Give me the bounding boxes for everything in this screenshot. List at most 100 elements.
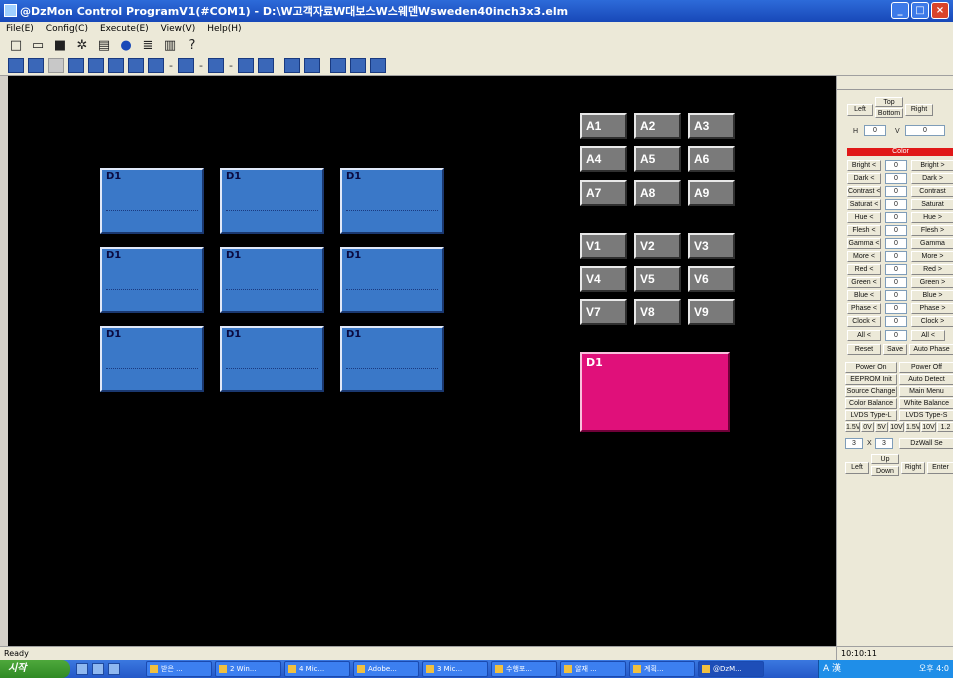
lvds-type-l-button[interactable]: LVDS Type-L	[845, 410, 897, 421]
display-panel[interactable]: D1	[100, 168, 204, 234]
power-on-button[interactable]: Power On	[845, 362, 897, 373]
input-v1[interactable]: V1	[580, 233, 627, 259]
record-icon[interactable]: ●	[118, 38, 134, 54]
save-icon[interactable]: ■	[52, 38, 68, 54]
input-a4[interactable]: A4	[580, 146, 627, 172]
adjust-minus-button[interactable]: More <	[847, 251, 881, 262]
volt-button[interactable]: 1.5V	[845, 422, 860, 432]
adjust-minus-button[interactable]: Phase <	[847, 303, 881, 314]
input-a3[interactable]: A3	[688, 113, 735, 139]
menu-file[interactable]: File(E)	[6, 24, 34, 34]
auto-detect-button[interactable]: Auto Detect	[899, 374, 953, 385]
all-minus-button[interactable]: All <	[847, 330, 881, 341]
adjust-plus-button[interactable]: Hue >	[911, 212, 953, 223]
adjust-minus-button[interactable]: Dark <	[847, 173, 881, 184]
adjust-plus-button[interactable]: Phase >	[911, 303, 953, 314]
v-offset-field[interactable]: 0	[905, 125, 945, 136]
volt-button[interactable]: 1.2	[937, 422, 953, 432]
pos-top-button[interactable]: Top	[875, 97, 903, 107]
input-v4[interactable]: V4	[580, 266, 627, 292]
adjust-minus-button[interactable]: Contrast <	[847, 186, 881, 197]
adjust-plus-button[interactable]: Red >	[911, 264, 953, 275]
adjust-value-field[interactable]: 0	[885, 212, 907, 223]
nav-up-button[interactable]: Up	[871, 454, 899, 464]
adjust-minus-button[interactable]: Flesh <	[847, 225, 881, 236]
nav-left-button[interactable]: Left	[845, 462, 869, 474]
layout-4-icon[interactable]	[68, 58, 84, 73]
adjust-value-field[interactable]: 0	[885, 160, 907, 171]
display-panel[interactable]: D1	[340, 168, 444, 234]
display-panel[interactable]: D1	[340, 247, 444, 313]
new-icon[interactable]: □	[8, 38, 24, 54]
input-v8[interactable]: V8	[634, 299, 681, 325]
all-plus-button[interactable]: All <	[911, 330, 945, 341]
main-menu-button[interactable]: Main Menu	[899, 386, 953, 397]
layout-14-icon[interactable]	[304, 58, 320, 73]
menu-help[interactable]: Help(H)	[207, 24, 241, 34]
maximize-button[interactable]: □	[911, 2, 929, 19]
layout-11-icon[interactable]	[238, 58, 254, 73]
taskbar-item[interactable]: 2 Win...	[215, 661, 281, 677]
adjust-plus-button[interactable]: Dark >	[911, 173, 953, 184]
display-panel[interactable]: D1	[220, 168, 324, 234]
layout-9-icon[interactable]	[178, 58, 194, 73]
help-icon[interactable]: ?	[184, 38, 200, 54]
tools-icon[interactable]: ✲	[74, 38, 90, 54]
display-panel[interactable]: D1	[100, 247, 204, 313]
layout-12-icon[interactable]	[258, 58, 274, 73]
close-button[interactable]: ×	[931, 2, 949, 19]
layout-10-icon[interactable]	[208, 58, 224, 73]
pos-bottom-button[interactable]: Bottom	[875, 108, 903, 118]
adjust-plus-button[interactable]: More >	[911, 251, 953, 262]
adjust-minus-button[interactable]: Blue <	[847, 290, 881, 301]
input-a6[interactable]: A6	[688, 146, 735, 172]
taskbar-item[interactable]: 3 Mic...	[422, 661, 488, 677]
start-button[interactable]: 시작	[0, 660, 70, 678]
layout-6-icon[interactable]	[108, 58, 124, 73]
adjust-plus-button[interactable]: Contrast	[911, 186, 953, 197]
adjust-minus-button[interactable]: Saturat <	[847, 199, 881, 210]
white-balance-button[interactable]: White Balance	[899, 398, 953, 409]
menu-config[interactable]: Config(C)	[46, 24, 88, 34]
display-panel[interactable]: D1	[340, 326, 444, 392]
explorer-icon[interactable]	[108, 663, 120, 675]
layout-7-icon[interactable]	[128, 58, 144, 73]
taskbar-item[interactable]: 4 Mic...	[284, 661, 350, 677]
reset-button[interactable]: Reset	[847, 344, 881, 355]
input-a8[interactable]: A8	[634, 180, 681, 206]
menu-view[interactable]: View(V)	[161, 24, 196, 34]
menu-execute[interactable]: Execute(E)	[100, 24, 149, 34]
input-v5[interactable]: V5	[634, 266, 681, 292]
adjust-plus-button[interactable]: Bright >	[911, 160, 953, 171]
grid-rows-stepper[interactable]: 3	[875, 438, 893, 449]
window-icon[interactable]: ▤	[96, 38, 112, 54]
input-v2[interactable]: V2	[634, 233, 681, 259]
ie-icon[interactable]	[76, 663, 88, 675]
taskbar-item[interactable]: 알재 ...	[560, 661, 626, 677]
screen-icon[interactable]: ≣	[140, 38, 156, 54]
adjust-minus-button[interactable]: Hue <	[847, 212, 881, 223]
adjust-minus-button[interactable]: Gamma <	[847, 238, 881, 249]
save-button[interactable]: Save	[883, 344, 907, 355]
display-panel[interactable]: D1	[220, 247, 324, 313]
source-change-button[interactable]: Source Change	[845, 386, 897, 397]
adjust-value-field[interactable]: 0	[885, 238, 907, 249]
taskbar-item[interactable]: 수행포...	[491, 661, 557, 677]
layout-8-icon[interactable]	[148, 58, 164, 73]
adjust-minus-button[interactable]: Green <	[847, 277, 881, 288]
input-v3[interactable]: V3	[688, 233, 735, 259]
nav-right-button[interactable]: Right	[901, 462, 925, 474]
input-v6[interactable]: V6	[688, 266, 735, 292]
layout-5-icon[interactable]	[88, 58, 104, 73]
nav-enter-button[interactable]: Enter	[927, 462, 953, 474]
adjust-minus-button[interactable]: Clock <	[847, 316, 881, 327]
adjust-plus-button[interactable]: Blue >	[911, 290, 953, 301]
taskbar-item[interactable]: Adobe...	[353, 661, 419, 677]
layout-1-icon[interactable]	[8, 58, 24, 73]
volt-button[interactable]: 5V	[875, 422, 888, 432]
input-v7[interactable]: V7	[580, 299, 627, 325]
adjust-value-field[interactable]: 0	[885, 290, 907, 301]
adjust-value-field[interactable]: 0	[885, 225, 907, 236]
h-offset-field[interactable]: 0	[864, 125, 886, 136]
layout-3-icon[interactable]	[48, 58, 64, 73]
